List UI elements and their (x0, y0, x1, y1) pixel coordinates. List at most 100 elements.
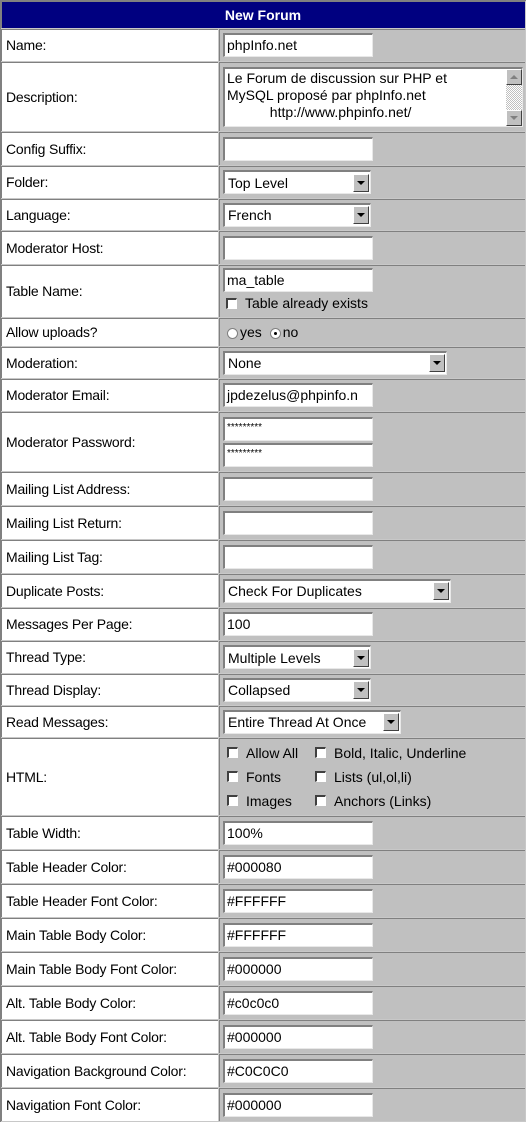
thread-type-select[interactable]: Multiple Levels (223, 645, 371, 669)
row-thread-type: Thread Type: Multiple Levels (1, 641, 526, 674)
table-width-label: Table Width: (6, 824, 81, 841)
table-name-input[interactable]: ma_table (223, 268, 373, 292)
moderation-label: Moderation: (6, 354, 78, 371)
description-text[interactable]: Le Forum de discussion sur PHP et MySQL … (225, 69, 506, 126)
navigation-background-color-input[interactable]: #C0C0C0 (223, 1058, 373, 1083)
thread-display-label: Thread Display: (6, 681, 102, 698)
row-alt-table-body-font-color: Alt. Table Body Font Color: #000000 (1, 1020, 526, 1054)
row-main-table-body-font-color: Main Table Body Font Color: #000000 (1, 952, 526, 986)
name-label: Name: (6, 37, 47, 53)
moderation-select[interactable]: None (223, 350, 447, 375)
main-table-body-font-color-input[interactable]: #000000 (223, 956, 373, 981)
moderator-email-input[interactable]: jpdezelus@phpinfo.n (223, 383, 373, 407)
scroll-down-arrow-icon[interactable] (506, 109, 522, 126)
allow-all-label: Allow All (246, 744, 299, 761)
allow-all-checkbox[interactable] (227, 747, 238, 758)
anchors-label: Anchors (Links) (334, 792, 432, 809)
thread-display-select[interactable]: Collapsed (223, 677, 371, 702)
row-read-messages: Read Messages: Entire Thread At Once (1, 706, 526, 738)
read-messages-selected: Entire Thread At Once (228, 714, 367, 730)
row-messages-per-page: Messages Per Page: 100 (1, 608, 526, 641)
navigation-background-color-label: Navigation Background Color: (6, 1062, 187, 1079)
chevron-down-icon[interactable] (383, 713, 399, 731)
chevron-down-icon[interactable] (429, 354, 445, 372)
new-forum-form: New Forum Name: phpInfo.net Description:… (0, 0, 526, 1122)
row-mailing-list-address: Mailing List Address: (1, 472, 526, 506)
table-name-label: Table Name: (6, 283, 83, 299)
anchors-checkbox[interactable] (315, 795, 326, 806)
navigation-font-color-label: Navigation Font Color: (6, 1096, 141, 1113)
moderator-password-confirm-input[interactable]: ********* (223, 442, 373, 467)
uploads-no-radio[interactable] (269, 327, 281, 339)
language-label: Language: (6, 206, 71, 223)
chevron-down-icon[interactable] (353, 681, 369, 699)
alt-table-body-font-color-input[interactable]: #000000 (223, 1024, 373, 1049)
table-exists-checkbox[interactable] (226, 297, 237, 309)
mailing-list-return-label: Mailing List Return: (6, 514, 122, 531)
table-width-input[interactable]: 100% (223, 820, 373, 845)
row-alt-table-body-color: Alt. Table Body Color: #c0c0c0 (1, 986, 526, 1020)
row-name: Name: phpInfo.net (1, 29, 526, 62)
config-suffix-input[interactable] (223, 136, 373, 161)
row-moderator-password: Moderator Password: ********* ********* (1, 412, 526, 472)
mailing-list-tag-label: Mailing List Tag: (6, 548, 103, 565)
row-table-header-font-color: Table Header Font Color: #FFFFFF (1, 884, 526, 918)
form-title: New Forum (1, 1, 526, 29)
lists-checkbox[interactable] (315, 771, 326, 782)
fonts-checkbox[interactable] (227, 771, 238, 782)
folder-select[interactable]: Top Level (223, 170, 371, 194)
mailing-list-address-label: Mailing List Address: (6, 480, 131, 497)
navigation-font-color-input[interactable]: #000000 (223, 1092, 373, 1117)
fonts-label: Fonts (246, 768, 282, 785)
duplicate-posts-select[interactable]: Check For Duplicates (223, 578, 451, 603)
duplicate-posts-selected: Check For Duplicates (228, 583, 362, 599)
chevron-down-icon[interactable] (433, 582, 449, 600)
row-language: Language: French (1, 199, 526, 231)
moderator-host-input[interactable] (223, 235, 373, 260)
main-table-body-color-label: Main Table Body Color: (6, 926, 147, 943)
chevron-down-icon[interactable] (353, 173, 369, 192)
images-checkbox[interactable] (227, 795, 238, 806)
row-description: Description: Le Forum de discussion sur … (1, 62, 526, 132)
row-html: HTML: Allow All Bold, Italic, Underline … (1, 738, 526, 816)
duplicate-posts-label: Duplicate Posts: (6, 582, 104, 599)
alt-table-body-color-input[interactable]: #c0c0c0 (223, 990, 373, 1015)
bold-italic-underline-checkbox[interactable] (315, 747, 326, 758)
description-textarea[interactable]: Le Forum de discussion sur PHP et MySQL … (223, 66, 523, 127)
main-table-body-color-input[interactable]: #FFFFFF (223, 922, 373, 947)
row-navigation-background-color: Navigation Background Color: #C0C0C0 (1, 1054, 526, 1088)
mailing-list-address-input[interactable] (223, 476, 373, 501)
mailing-list-tag-input[interactable] (223, 544, 373, 569)
table-header-color-input[interactable]: #000080 (223, 854, 373, 879)
row-table-width: Table Width: 100% (1, 816, 526, 850)
chevron-down-icon[interactable] (353, 648, 369, 667)
table-exists-label: Table already exists (245, 295, 368, 311)
table-header-font-color-input[interactable]: #FFFFFF (223, 888, 373, 913)
row-moderator-host: Moderator Host: (1, 231, 526, 265)
mailing-list-return-input[interactable] (223, 510, 373, 535)
allow-uploads-label: Allow uploads? (6, 324, 98, 340)
moderator-password-label: Moderator Password: (6, 433, 136, 450)
row-mailing-list-return: Mailing List Return: (1, 506, 526, 540)
moderator-email-label: Moderator Email: (6, 387, 110, 403)
scroll-up-arrow-icon[interactable] (506, 68, 522, 85)
uploads-yes-radio[interactable] (227, 327, 238, 339)
chevron-down-icon[interactable] (353, 206, 369, 224)
uploads-yes-label: yes (240, 324, 262, 340)
moderator-password-input[interactable]: ********* (223, 416, 373, 441)
messages-per-page-input[interactable]: 100 (223, 612, 373, 636)
read-messages-select[interactable]: Entire Thread At Once (223, 709, 401, 734)
row-allow-uploads: Allow uploads? yes no (1, 318, 526, 347)
name-input[interactable]: phpInfo.net (223, 33, 373, 57)
description-label: Description: (6, 88, 78, 105)
uploads-no-label: no (282, 324, 299, 340)
language-select[interactable]: French (223, 202, 371, 227)
row-folder: Folder: Top Level (1, 166, 526, 199)
moderation-selected: None (228, 355, 262, 371)
row-thread-display: Thread Display: Collapsed (1, 674, 526, 706)
folder-label: Folder: (6, 174, 49, 190)
row-main-table-body-color: Main Table Body Color: #FFFFFF (1, 918, 526, 952)
description-scrollbar[interactable] (506, 68, 522, 126)
scroll-track[interactable] (506, 85, 522, 110)
alt-table-body-color-label: Alt. Table Body Color: (6, 994, 136, 1011)
